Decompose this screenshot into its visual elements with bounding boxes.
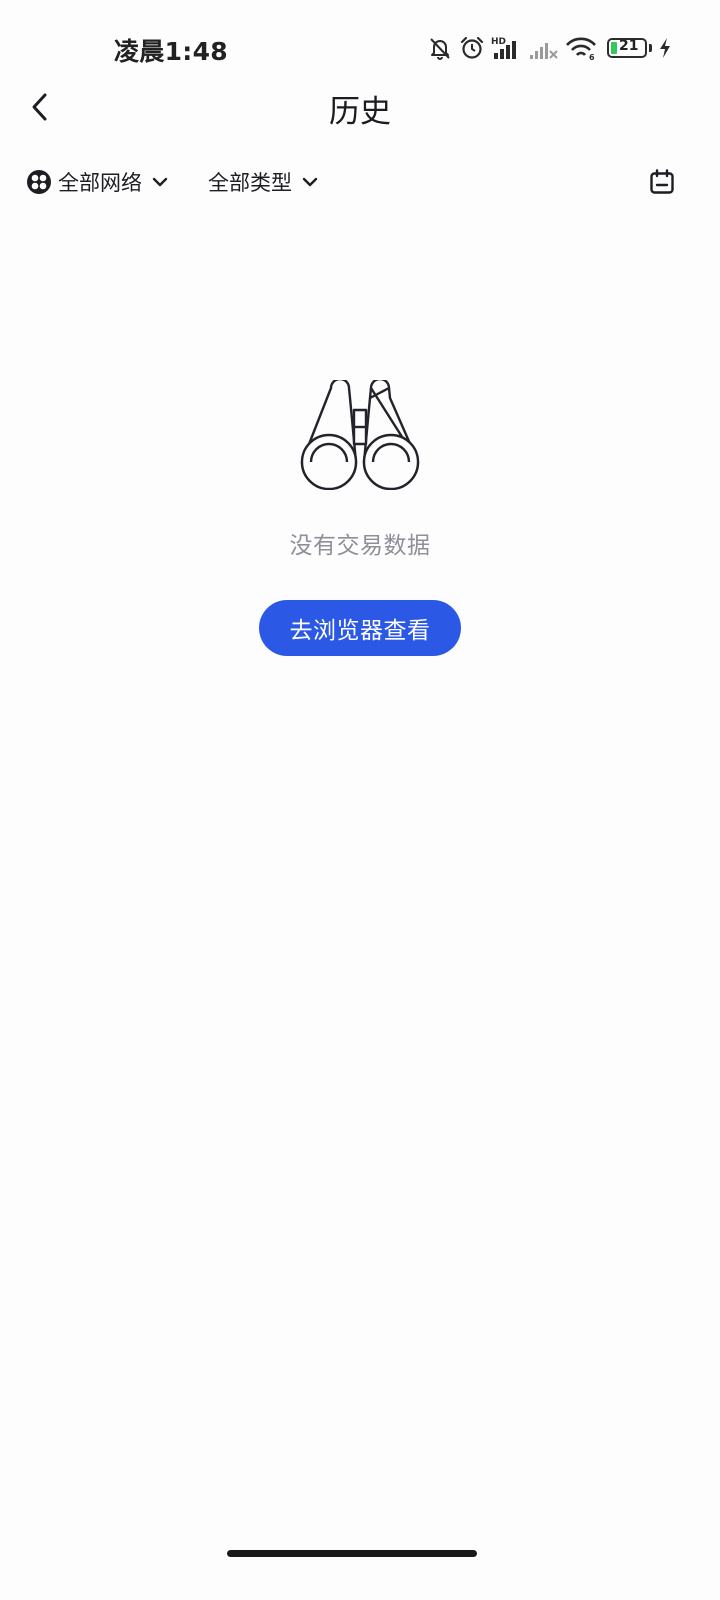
svg-text:HD: HD (491, 37, 506, 47)
svg-text:6: 6 (589, 53, 595, 61)
signal-weak-icon (530, 43, 558, 59)
battery-cap (649, 44, 652, 52)
wifi-icon: 6 (566, 37, 596, 61)
battery-level: 21 (619, 38, 639, 54)
home-indicator[interactable] (227, 1550, 477, 1557)
battery-icon: 21 (607, 38, 647, 58)
battery-fill (611, 42, 617, 54)
chevron-down-icon (302, 177, 318, 187)
type-filter-dropdown[interactable]: 全部类型 (208, 160, 318, 204)
status-icons: HD 6 21 (427, 33, 672, 63)
charging-bolt-icon (660, 38, 670, 58)
page-title: 历史 (329, 94, 391, 130)
type-filter-label: 全部类型 (208, 171, 292, 195)
empty-state: 没有交易数据 去浏览器查看 (0, 380, 720, 656)
chevron-down-icon (152, 177, 168, 187)
calendar-icon (650, 169, 674, 194)
empty-message: 没有交易数据 (289, 533, 431, 559)
filter-bar: 全部网络 全部类型 (0, 160, 720, 204)
header: 历史 (0, 78, 720, 138)
status-time: 凌晨1:48 (114, 37, 228, 66)
bell-muted-icon (430, 38, 450, 60)
view-in-browser-button[interactable]: 去浏览器查看 (259, 600, 461, 656)
alarm-clock-icon (460, 36, 484, 59)
grid-dots-icon (27, 170, 51, 194)
calendar-button[interactable] (644, 164, 680, 200)
network-filter-dropdown[interactable]: 全部网络 (26, 160, 168, 204)
network-filter-label: 全部网络 (58, 171, 142, 195)
binoculars-icon (300, 380, 420, 490)
signal-hd-icon: HD (491, 37, 516, 59)
